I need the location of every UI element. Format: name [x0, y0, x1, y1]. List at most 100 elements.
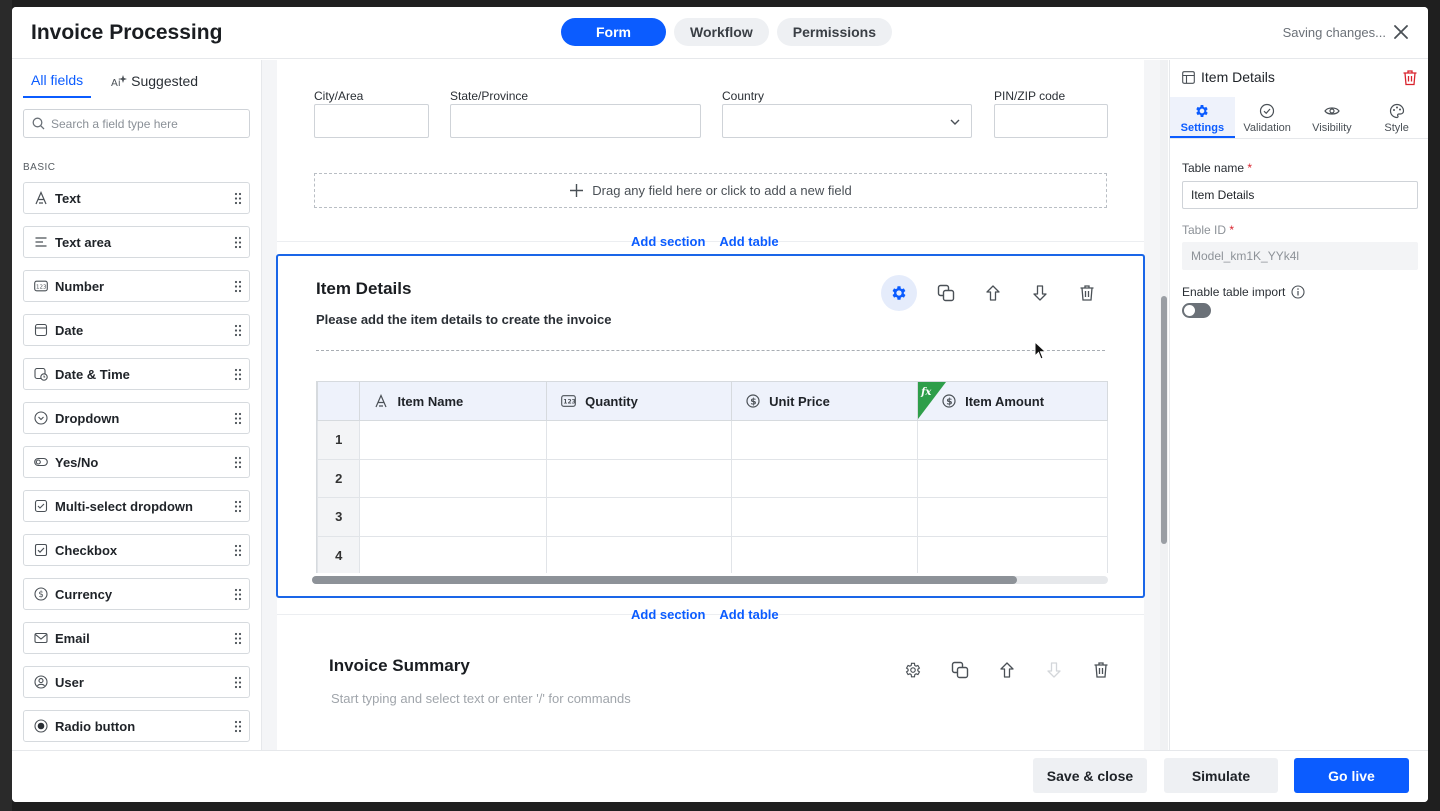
- tab-permissions[interactable]: Permissions: [776, 18, 893, 46]
- field-type-user[interactable]: User: [23, 666, 250, 698]
- enable-import-label-text: Enable table import: [1182, 285, 1286, 299]
- table-cell[interactable]: [359, 535, 548, 573]
- scrollbar-thumb[interactable]: [312, 576, 1017, 584]
- drag-handle-icon[interactable]: [234, 544, 242, 557]
- summary-delete-button[interactable]: [1083, 652, 1119, 688]
- drag-handle-icon[interactable]: [234, 368, 242, 381]
- field-type-number[interactable]: 123 Number: [23, 270, 250, 302]
- tab-visibility-label: Visibility: [1312, 122, 1352, 134]
- summary-settings-button[interactable]: [895, 652, 931, 688]
- table-cell[interactable]: [546, 458, 733, 498]
- scrollbar-thumb[interactable]: [1161, 296, 1167, 544]
- close-icon[interactable]: [1392, 23, 1410, 41]
- table-cell[interactable]: [546, 420, 733, 460]
- tab-style[interactable]: Style: [1364, 97, 1428, 138]
- table-cell[interactable]: [546, 535, 733, 573]
- field-type-email[interactable]: Email: [23, 622, 250, 654]
- drag-handle-icon[interactable]: [234, 720, 242, 733]
- field-type-text-area[interactable]: Text area: [23, 226, 250, 258]
- section-description: Please add the item details to create th…: [316, 312, 612, 327]
- canvas-vertical-scrollbar[interactable]: [1160, 60, 1168, 750]
- table-cell[interactable]: [917, 535, 1108, 573]
- section-move-down-button[interactable]: [1022, 275, 1058, 311]
- drag-handle-icon[interactable]: [234, 588, 242, 601]
- add-table-link[interactable]: Add table: [719, 234, 778, 249]
- city-input[interactable]: [314, 104, 429, 138]
- add-table-link[interactable]: Add table: [719, 607, 778, 622]
- table-cell[interactable]: [731, 535, 919, 573]
- drag-handle-icon[interactable]: [234, 456, 242, 469]
- column-quantity[interactable]: 123 Quantity: [546, 381, 733, 421]
- add-field-drop-zone[interactable]: Drag any field here or click to add a ne…: [314, 173, 1107, 208]
- section-move-up-button[interactable]: [975, 275, 1011, 311]
- table-cell[interactable]: [359, 497, 548, 537]
- svg-text:$: $: [946, 397, 952, 407]
- field-type-multi-select-dropdown[interactable]: Multi-select dropdown: [23, 490, 250, 522]
- field-type-text[interactable]: Text: [23, 182, 250, 214]
- builder-tabs: Form Workflow Permissions: [561, 18, 893, 46]
- table-cell[interactable]: [546, 497, 733, 537]
- go-live-button[interactable]: Go live: [1294, 758, 1409, 793]
- table-horizontal-scrollbar[interactable]: [312, 576, 1108, 584]
- drag-handle-icon[interactable]: [234, 412, 242, 425]
- tab-form[interactable]: Form: [561, 18, 666, 46]
- table-cell[interactable]: [917, 497, 1108, 537]
- table-cell[interactable]: [359, 458, 548, 498]
- summary-duplicate-button[interactable]: [942, 652, 978, 688]
- drag-handle-icon[interactable]: [234, 280, 242, 293]
- field-type-date[interactable]: Date: [23, 314, 250, 346]
- tab-all-fields-label: All fields: [31, 72, 84, 88]
- section-settings-button[interactable]: [881, 275, 917, 311]
- field-type-label: Yes/No: [55, 454, 99, 470]
- section-duplicate-button[interactable]: [928, 275, 964, 311]
- info-icon[interactable]: [1291, 285, 1305, 299]
- drag-handle-icon[interactable]: [234, 192, 242, 205]
- column-item-amount[interactable]: fx $ Item Amount: [917, 381, 1108, 421]
- enable-import-toggle[interactable]: [1182, 303, 1211, 318]
- table-cell[interactable]: [917, 420, 1108, 460]
- summary-placeholder[interactable]: Start typing and select text or enter '/…: [331, 691, 631, 706]
- section-delete-button[interactable]: [1069, 275, 1105, 311]
- tab-validation[interactable]: Validation: [1235, 97, 1300, 138]
- tab-suggested[interactable]: Ai Suggested: [111, 72, 198, 98]
- save-close-button[interactable]: Save & close: [1033, 758, 1147, 793]
- field-type-currency[interactable]: $ Currency: [23, 578, 250, 610]
- field-type-date-time[interactable]: Date & Time: [23, 358, 250, 390]
- duplicate-icon: [937, 284, 955, 302]
- tab-all-fields[interactable]: All fields: [23, 72, 92, 98]
- country-select[interactable]: [722, 104, 972, 138]
- table-cell[interactable]: [731, 458, 919, 498]
- tab-workflow[interactable]: Workflow: [674, 18, 769, 46]
- tab-visibility[interactable]: Visibility: [1300, 97, 1365, 138]
- table-name-input[interactable]: Item Details: [1182, 181, 1418, 209]
- section-toolbar: [881, 275, 1105, 311]
- table-cell[interactable]: [731, 420, 919, 460]
- field-type-dropdown[interactable]: Dropdown: [23, 402, 250, 434]
- table-cell[interactable]: [359, 420, 548, 460]
- column-unit-price[interactable]: $ Unit Price: [731, 381, 919, 421]
- search-input[interactable]: [51, 116, 241, 131]
- table-cell[interactable]: [731, 497, 919, 537]
- field-type-radio-button[interactable]: Radio button: [23, 710, 250, 742]
- column-item-name[interactable]: Item Name: [359, 381, 548, 421]
- svg-text:123: 123: [563, 399, 576, 406]
- summary-move-up-button[interactable]: [989, 652, 1025, 688]
- state-input[interactable]: [450, 104, 701, 138]
- item-details-section[interactable]: Item Details Please add the item details…: [276, 254, 1145, 598]
- tab-settings[interactable]: Settings: [1170, 97, 1235, 138]
- drag-handle-icon[interactable]: [234, 500, 242, 513]
- table-cell[interactable]: [917, 458, 1108, 498]
- field-type-checkbox[interactable]: Checkbox: [23, 534, 250, 566]
- add-section-link[interactable]: Add section: [631, 607, 705, 622]
- field-type-yes-no[interactable]: Yes/No: [23, 446, 250, 478]
- drag-handle-icon[interactable]: [234, 676, 242, 689]
- enable-import-label: Enable table import: [1182, 285, 1305, 299]
- drag-handle-icon[interactable]: [234, 236, 242, 249]
- add-section-link[interactable]: Add section: [631, 234, 705, 249]
- checkbox-icon: [34, 543, 48, 557]
- zip-input[interactable]: [994, 104, 1108, 138]
- simulate-button[interactable]: Simulate: [1164, 758, 1278, 793]
- drag-handle-icon[interactable]: [234, 324, 242, 337]
- drag-handle-icon[interactable]: [234, 632, 242, 645]
- trash-icon[interactable]: [1402, 69, 1418, 86]
